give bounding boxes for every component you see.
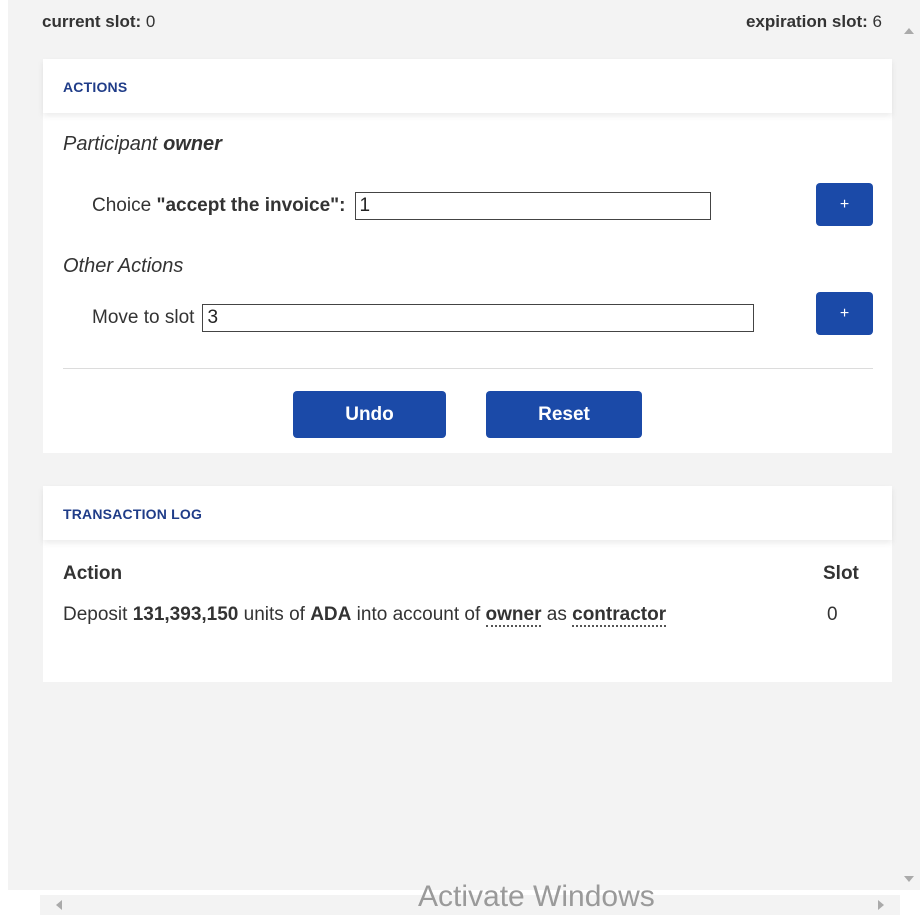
transaction-log-panel: TRANSACTION LOG Action Slot Deposit 131,… xyxy=(43,486,892,682)
log-title: TRANSACTION LOG xyxy=(63,506,203,522)
log-entry-action: Deposit 131,393,150 units of ADA into ac… xyxy=(63,604,667,627)
add-move-button[interactable]: + xyxy=(816,292,873,335)
scroll-down-icon[interactable] xyxy=(904,876,914,882)
reset-button[interactable]: Reset xyxy=(486,391,642,438)
log-header: TRANSACTION LOG xyxy=(43,486,892,540)
slot-column-header: Slot xyxy=(823,563,859,584)
move-slot-input[interactable]: 3 xyxy=(202,304,755,332)
move-label: Move to slot xyxy=(92,307,195,328)
scroll-up-icon[interactable] xyxy=(904,28,914,34)
other-actions-label: Other Actions xyxy=(63,255,184,277)
participant-name: owner xyxy=(163,133,222,155)
slot-bar: current slot: 0 expiration slot: 6 xyxy=(42,12,882,42)
divider xyxy=(63,368,873,369)
add-choice-button[interactable]: + xyxy=(816,183,873,226)
participant-label: Participant owner xyxy=(63,133,222,155)
actions-panel: ACTIONS Participant owner Choice "accept… xyxy=(43,59,892,453)
actions-title: ACTIONS xyxy=(63,79,128,95)
scroll-left-icon[interactable] xyxy=(56,900,62,910)
expiration-slot: expiration slot: 6 xyxy=(745,12,882,31)
actions-header: ACTIONS xyxy=(43,59,892,113)
undo-button[interactable]: Undo xyxy=(293,391,446,438)
choice-input[interactable]: 1 xyxy=(354,192,711,220)
choice-row: Choice "accept the invoice": 1 xyxy=(92,186,711,226)
party-contractor: contractor xyxy=(572,604,667,627)
choice-label: Choice "accept the invoice": xyxy=(92,195,346,216)
vertical-scrollbar[interactable] xyxy=(900,0,920,890)
simulation-pane: current slot: 0 expiration slot: 6 ACTIO… xyxy=(8,0,900,890)
account-owner: owner xyxy=(485,604,542,627)
log-entry-slot: 0 xyxy=(827,604,838,625)
action-column-header: Action xyxy=(63,563,123,584)
scroll-right-icon[interactable] xyxy=(878,900,884,910)
activate-windows-watermark: Activate Windows xyxy=(418,880,655,913)
move-row: Move to slot 3 xyxy=(92,298,755,338)
current-slot: current slot: 0 xyxy=(42,12,156,31)
